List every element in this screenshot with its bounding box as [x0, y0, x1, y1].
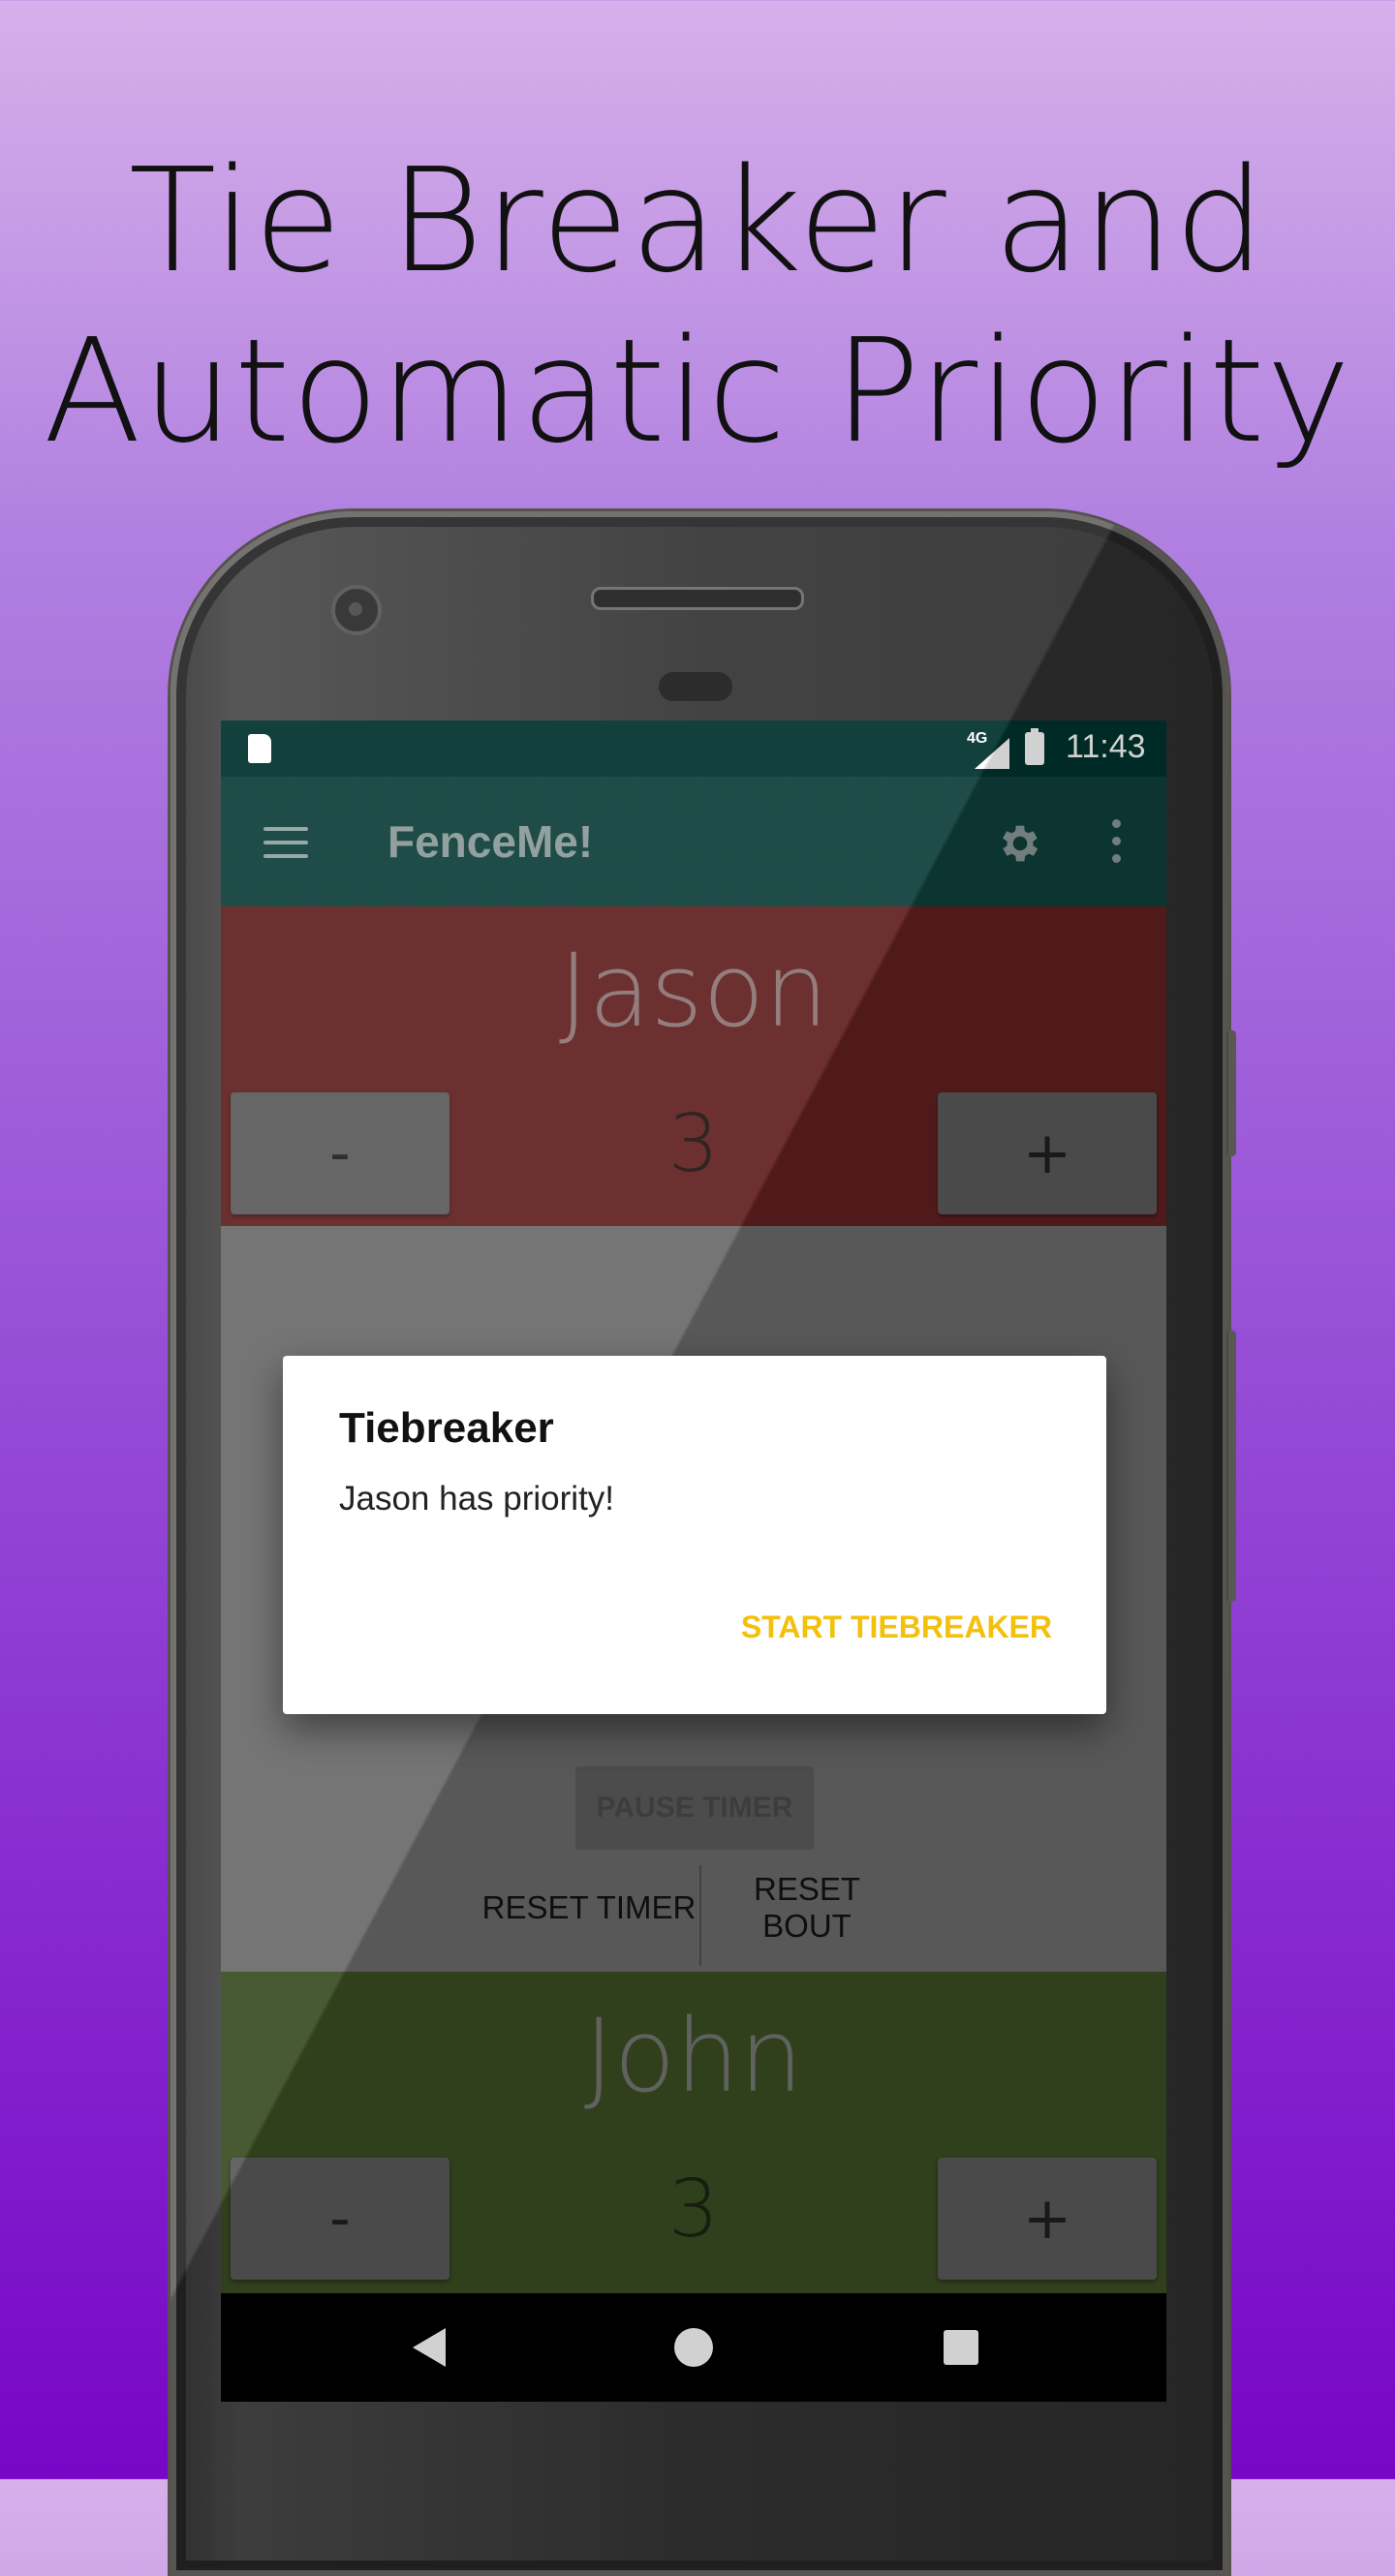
start-tiebreaker-button[interactable]: START TIEBREAKER: [741, 1610, 1052, 1645]
promo-heading: Tie Breaker and Automatic Priority: [0, 136, 1395, 476]
pause-timer-button[interactable]: PAUSE TIMER: [575, 1766, 814, 1850]
promo-heading-line2: Automatic Priority: [43, 308, 1352, 475]
app-title: FenceMe!: [388, 816, 594, 867]
battery-icon: [1025, 728, 1044, 765]
bottom-fencer-score: 3: [667, 2163, 720, 2255]
top-fencer-name: Jason: [558, 932, 829, 1050]
status-bar: 4G 11:43: [221, 721, 1166, 777]
bottom-fencer-minus-button[interactable]: -: [231, 2158, 450, 2280]
back-icon[interactable]: [413, 2328, 446, 2367]
system-nav-bar: [221, 2293, 1166, 2402]
signal-icon: [975, 738, 1009, 769]
reset-bout-button[interactable]: RESET BOUT: [705, 1863, 909, 1952]
top-fencer-plus-button[interactable]: +: [938, 1092, 1157, 1214]
promo-heading-line1: Tie Breaker and: [128, 138, 1267, 304]
top-fencer-minus-button[interactable]: -: [231, 1092, 450, 1214]
earpiece-speaker: [591, 587, 804, 610]
front-camera-icon: [331, 585, 382, 635]
home-icon[interactable]: [674, 2328, 713, 2367]
bottom-fencer-panel: John - 3 +: [221, 1972, 1166, 2293]
phone-power-button: [1226, 1030, 1236, 1156]
dialog-message: Jason has priority!: [339, 1480, 615, 1518]
proximity-sensor: [659, 672, 732, 701]
app-bar: FenceMe!: [221, 777, 1166, 906]
phone-volume-button: [1226, 1331, 1236, 1602]
status-time: 11:43: [1066, 728, 1146, 765]
top-fencer-score: 3: [667, 1098, 720, 1190]
gear-icon[interactable]: [996, 819, 1044, 868]
reset-timer-button[interactable]: RESET TIMER: [453, 1863, 725, 1952]
top-fencer-panel: Jason - 3 +: [221, 906, 1166, 1226]
sd-card-icon: [248, 734, 271, 763]
reset-divider: [699, 1865, 701, 1966]
more-vert-icon[interactable]: [1112, 819, 1122, 868]
tiebreaker-dialog: Tiebreaker Jason has priority! START TIE…: [283, 1356, 1106, 1714]
dialog-title: Tiebreaker: [339, 1404, 554, 1452]
recents-icon[interactable]: [944, 2330, 978, 2365]
bottom-fencer-plus-button[interactable]: +: [938, 2158, 1157, 2280]
menu-icon[interactable]: [264, 827, 308, 858]
bottom-fencer-name: John: [583, 1997, 804, 2115]
